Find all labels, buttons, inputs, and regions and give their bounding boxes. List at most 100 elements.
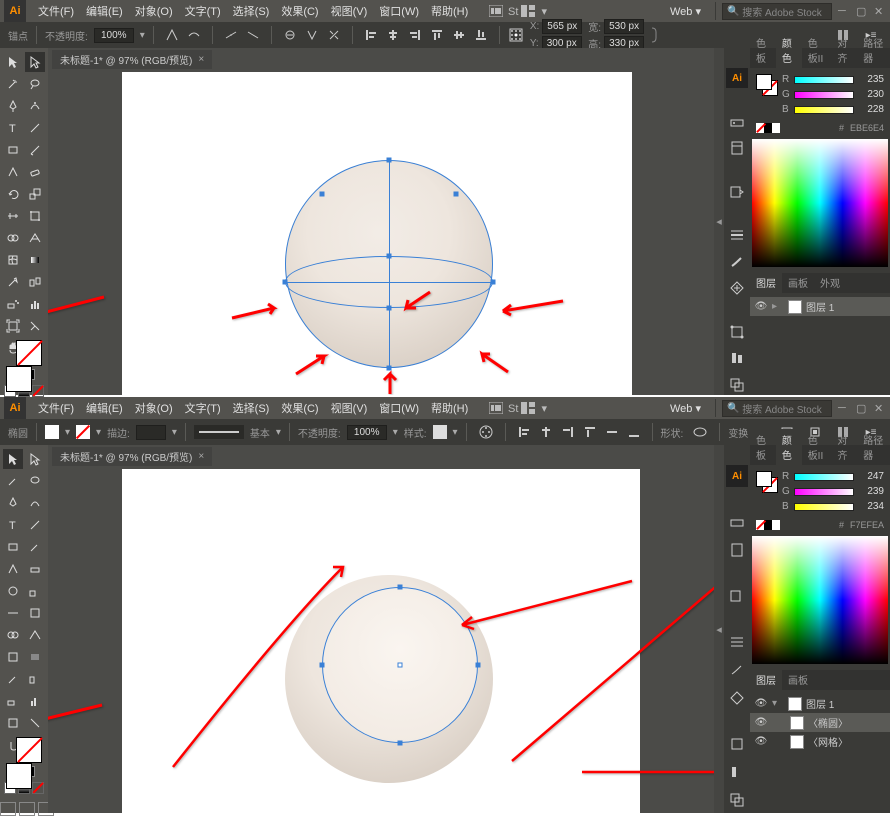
handle2-icon[interactable] bbox=[243, 25, 263, 45]
g-slider[interactable] bbox=[794, 91, 854, 99]
opacity-value[interactable]: 100% bbox=[94, 28, 134, 43]
eraser-tool[interactable] bbox=[25, 162, 45, 182]
dock-export-icon[interactable] bbox=[726, 182, 748, 202]
brush-label[interactable]: 基本 bbox=[250, 425, 270, 440]
stock-icon[interactable]: St bbox=[504, 400, 520, 416]
dock-properties-icon[interactable] bbox=[726, 112, 748, 132]
align-right-icon[interactable] bbox=[558, 422, 578, 442]
layer-name[interactable]: 〈椭圆〉 bbox=[808, 715, 848, 730]
menu-file[interactable]: 文件(F) bbox=[32, 3, 80, 19]
none-black-white-icon[interactable] bbox=[756, 123, 780, 133]
dock-export-icon[interactable] bbox=[726, 585, 748, 607]
dock-stroke-icon[interactable] bbox=[726, 631, 748, 653]
style-swatch[interactable] bbox=[433, 425, 447, 439]
dock-align-icon[interactable] bbox=[726, 761, 748, 783]
dock-ai-icon[interactable]: Ai bbox=[726, 68, 748, 88]
curvature-tool[interactable] bbox=[25, 96, 45, 116]
stock-search[interactable]: 🔍 搜索 Adobe Stock bbox=[722, 3, 832, 20]
visibility-icon[interactable]: 👁 bbox=[754, 716, 768, 730]
slice-tool[interactable] bbox=[25, 713, 45, 733]
b-slider[interactable] bbox=[794, 106, 854, 114]
width-tool[interactable] bbox=[3, 603, 23, 623]
r-value[interactable]: 235 bbox=[858, 74, 884, 85]
menu-window[interactable]: 窗口(W) bbox=[373, 3, 425, 19]
remove-anchor-icon[interactable] bbox=[280, 25, 300, 45]
perspective-tool[interactable] bbox=[25, 625, 45, 645]
visibility-icon[interactable]: 👁 bbox=[754, 735, 768, 749]
document-tab[interactable]: 未标题-1* @ 97% (RGB/预览)× bbox=[52, 447, 212, 466]
slice-tool[interactable] bbox=[25, 316, 45, 336]
rotate-tool[interactable] bbox=[3, 184, 23, 204]
tab-swatch2[interactable]: 色板II bbox=[802, 429, 832, 465]
shaper-tool[interactable] bbox=[3, 559, 23, 579]
menu-help[interactable]: 帮助(H) bbox=[425, 400, 474, 416]
tab-swatch[interactable]: 色板 bbox=[750, 32, 776, 68]
anchor-handle[interactable] bbox=[398, 585, 403, 590]
rectangle-tool[interactable] bbox=[3, 140, 23, 160]
menu-effect[interactable]: 效果(C) bbox=[275, 3, 324, 19]
visibility-icon[interactable]: 👁 bbox=[754, 697, 768, 711]
artboard[interactable] bbox=[122, 72, 632, 395]
tab-pathfinder[interactable]: 路径器 bbox=[857, 32, 890, 68]
dock-transform-icon[interactable] bbox=[726, 733, 748, 755]
anchor-handle[interactable] bbox=[398, 741, 403, 746]
none-black-white-icon[interactable] bbox=[756, 520, 780, 530]
expand-icon[interactable]: ▾ bbox=[772, 698, 784, 709]
arrange-dropdown-icon[interactable]: ▾ bbox=[536, 3, 552, 19]
connect-path-icon[interactable] bbox=[302, 25, 322, 45]
mesh-tool[interactable] bbox=[3, 250, 23, 270]
tab-align[interactable]: 对齐 bbox=[831, 32, 857, 68]
lasso-tool[interactable] bbox=[25, 74, 45, 94]
stroke-swatch[interactable] bbox=[16, 340, 42, 366]
align-hc-icon[interactable] bbox=[383, 25, 403, 45]
selection-tool[interactable] bbox=[3, 52, 23, 72]
perspective-tool[interactable] bbox=[25, 228, 45, 248]
smooth-point-icon[interactable] bbox=[184, 25, 204, 45]
tab-swatch[interactable]: 色板 bbox=[750, 429, 776, 465]
gradient-tool[interactable] bbox=[25, 250, 45, 270]
direct-selection-tool[interactable] bbox=[25, 52, 45, 72]
close-tab-icon[interactable]: × bbox=[198, 54, 204, 65]
stock-search[interactable]: 🔍 搜索 Adobe Stock bbox=[722, 400, 832, 417]
g-value[interactable]: 239 bbox=[858, 486, 884, 497]
layer-name[interactable]: 图层 1 bbox=[806, 696, 834, 711]
workspace-switcher[interactable]: Web ▾ bbox=[662, 401, 709, 416]
align-top-icon[interactable] bbox=[580, 422, 600, 442]
blend-tool[interactable] bbox=[25, 669, 45, 689]
tab-artboards[interactable]: 画板 bbox=[782, 272, 814, 293]
fill-swatch[interactable] bbox=[6, 366, 32, 392]
hex-value[interactable]: EBE6E4 bbox=[850, 123, 884, 133]
layer-name[interactable]: 〈网格〉 bbox=[808, 734, 848, 749]
eyedropper-tool[interactable] bbox=[3, 669, 23, 689]
dock-stroke-icon[interactable] bbox=[726, 225, 748, 245]
dock-pathfinder-icon[interactable] bbox=[726, 789, 748, 811]
pen-tool[interactable] bbox=[3, 96, 23, 116]
shape-builder-tool[interactable] bbox=[3, 625, 23, 645]
menu-window[interactable]: 窗口(W) bbox=[373, 400, 425, 416]
free-transform-tool[interactable] bbox=[25, 603, 45, 623]
expand-icon[interactable]: ▸ bbox=[772, 301, 784, 312]
symbol-sprayer-tool[interactable] bbox=[3, 294, 23, 314]
draw-behind-icon[interactable] bbox=[19, 802, 35, 816]
free-transform-tool[interactable] bbox=[25, 206, 45, 226]
magic-wand-tool[interactable] bbox=[3, 74, 23, 94]
magic-wand-tool[interactable] bbox=[3, 471, 23, 491]
anchor-handle[interactable] bbox=[387, 306, 392, 311]
menu-select[interactable]: 选择(S) bbox=[227, 400, 276, 416]
align-top-icon[interactable] bbox=[427, 25, 447, 45]
window-max-icon[interactable]: ▢ bbox=[856, 402, 868, 414]
scale-tool[interactable] bbox=[25, 581, 45, 601]
transform-ref-icon[interactable] bbox=[508, 27, 524, 43]
stroke-swatch[interactable] bbox=[16, 737, 42, 763]
align-bottom-icon[interactable] bbox=[624, 422, 644, 442]
scale-tool[interactable] bbox=[25, 184, 45, 204]
rotate-tool[interactable] bbox=[3, 581, 23, 601]
tab-color[interactable]: 颜色 bbox=[776, 429, 802, 465]
dock-libraries-icon[interactable] bbox=[726, 539, 748, 561]
w-value[interactable]: 530 px bbox=[604, 19, 644, 34]
rectangle-tool[interactable] bbox=[3, 537, 23, 557]
dock-libraries-icon[interactable] bbox=[726, 138, 748, 158]
r-value[interactable]: 247 bbox=[858, 471, 884, 482]
layer-row[interactable]: 👁 ▸ 图层 1 bbox=[750, 297, 890, 316]
g-slider[interactable] bbox=[794, 488, 854, 496]
